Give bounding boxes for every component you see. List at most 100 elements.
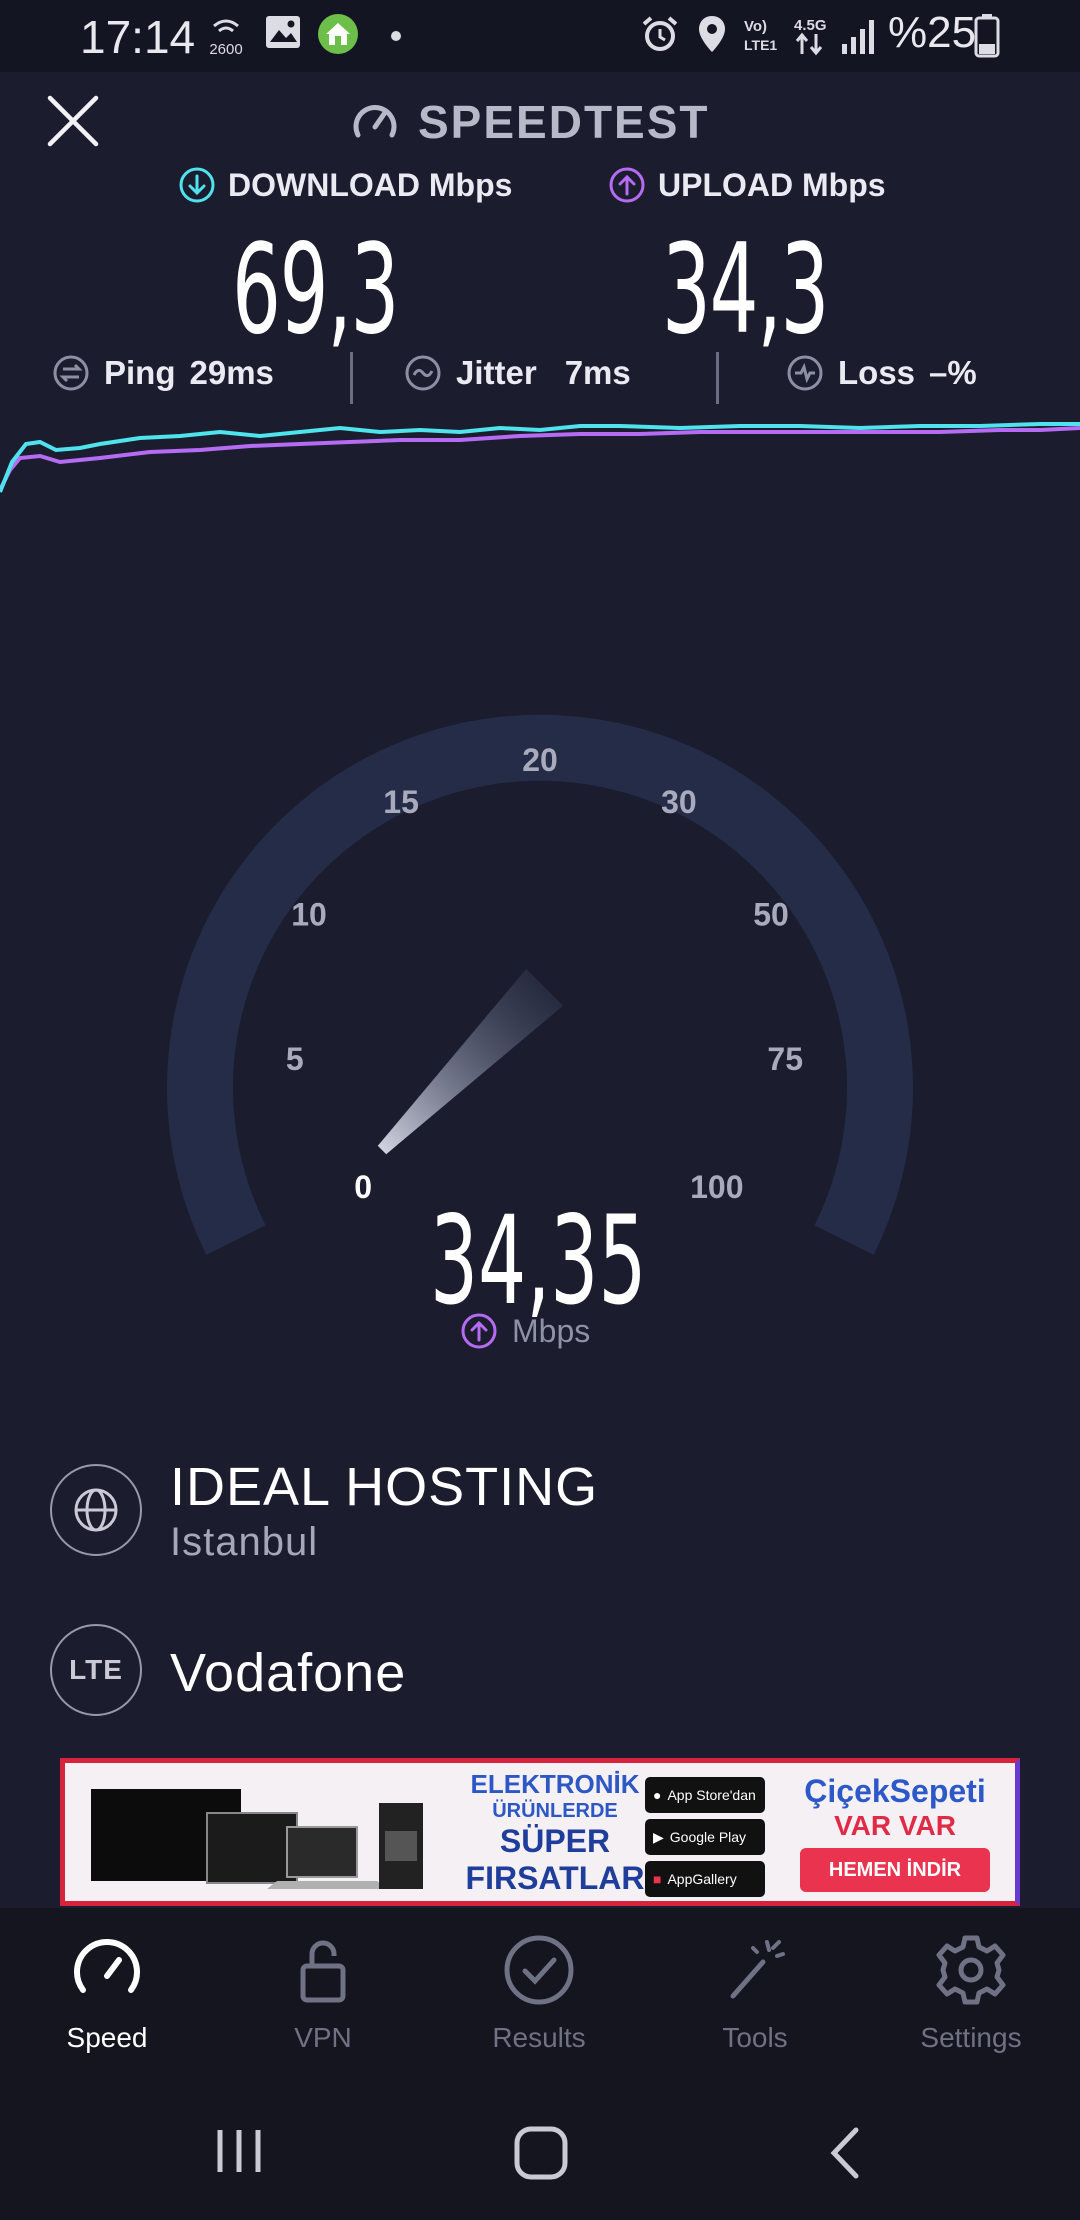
home-icon[interactable] (512, 2124, 570, 2182)
google-play-badge: ▶ Google Play (645, 1819, 765, 1855)
upload-value: 34,3 (662, 218, 829, 362)
battery-percent: %25 (888, 8, 977, 57)
image-icon (266, 16, 300, 48)
ad-line: SÜPER (499, 1823, 611, 1859)
server-name[interactable]: IDEAL HOSTING (170, 1456, 598, 1518)
ad-line: FIRSATLAR (465, 1860, 645, 1896)
battery-icon (974, 14, 1000, 58)
loss-label: Loss (838, 354, 916, 391)
nav-tools[interactable]: Tools (660, 1932, 850, 2054)
stats-divider (350, 352, 353, 404)
ad-store-badges: ● App Store'dan ▶ Google Play ■ AppGallery (645, 1777, 765, 1901)
gauge-tick-label: 0 (354, 1169, 372, 1205)
gauge-needle (377, 969, 563, 1155)
recent-apps-icon[interactable] (212, 2124, 266, 2178)
gauge-tick-label: 50 (753, 896, 789, 932)
gear-icon (936, 1935, 1006, 2005)
status-time: 17:14 (80, 11, 196, 63)
reading-unit-text: Mbps (512, 1312, 591, 1349)
apple-icon: ● (653, 1787, 662, 1803)
upload-arrow-icon (461, 1313, 497, 1349)
check-circle-icon (504, 1935, 574, 2005)
network-type-icon: 4.5G (794, 17, 827, 56)
ad-banner[interactable]: ELEKTRONİK ÜRÜNLERDE SÜPER FIRSATLAR ● Ap… (60, 1758, 1020, 1906)
gauge-tick-label: 5 (286, 1041, 304, 1077)
download-label-text: DOWNLOAD Mbps (228, 166, 513, 203)
speedometer-icon (74, 1939, 140, 1993)
app-gallery-badge: ■ AppGallery (645, 1861, 765, 1897)
jitter-label: Jitter (456, 354, 537, 391)
speed-graph (0, 422, 1080, 493)
gauge-tick-label: 75 (767, 1041, 803, 1077)
bottom-nav: Speed VPN Results Tools Settings (0, 1908, 1080, 2088)
back-icon[interactable] (824, 2124, 864, 2182)
svg-text:LTE1: LTE1 (744, 37, 777, 53)
lte-badge-icon: LTE (50, 1624, 142, 1716)
ping-label: Ping (104, 354, 176, 391)
svg-text:Vo): Vo) (744, 18, 767, 35)
svg-text:2600: 2600 (209, 41, 242, 58)
gauge-tick-label: 30 (661, 784, 697, 820)
loss-value: –% (929, 354, 977, 391)
store-label: AppGallery (667, 1871, 737, 1887)
nav-results[interactable]: Results (444, 1932, 634, 2054)
store-label: App Store'dan (667, 1787, 756, 1803)
location-icon (699, 16, 725, 52)
nav-label: Tools (722, 2022, 788, 2053)
nav-settings[interactable]: Settings (876, 1932, 1066, 2054)
stats-divider (716, 352, 719, 404)
alarm-icon (642, 16, 678, 51)
reading-unit: Mbps (460, 1312, 590, 1350)
nav-label: Results (492, 2022, 586, 2053)
notification-dot-icon (391, 31, 401, 41)
download-arrow-icon (179, 167, 215, 203)
gauge-tick-label: 10 (291, 896, 327, 932)
ping-stat: Ping 29ms (52, 354, 274, 392)
ad-cta-button[interactable]: HEMEN İNDİR (800, 1848, 990, 1892)
lock-icon (300, 1940, 346, 2003)
upload-arrow-icon (609, 167, 645, 203)
gallery-icon: ■ (653, 1871, 662, 1887)
download-label: DOWNLOAD Mbps (178, 166, 512, 204)
nav-label: VPN (294, 2022, 352, 2053)
loss-stat: Loss –% (786, 354, 977, 392)
ad-headline: ELEKTRONİK ÜRÜNLERDE SÜPER FIRSATLAR (445, 1769, 665, 1897)
nav-speed[interactable]: Speed (12, 1932, 202, 2054)
volte-icon: Vo) LTE1 (744, 18, 777, 53)
stats-row: Ping 29ms Jitter 7ms Loss –% (0, 346, 1080, 406)
nav-label: Settings (920, 2022, 1022, 2053)
speedometer-icon (353, 105, 397, 138)
magic-wand-icon (730, 1940, 785, 1999)
download-value: 69,3 (232, 218, 399, 362)
upload-label: UPLOAD Mbps (608, 166, 886, 204)
app-title: SPEEDTEST (350, 92, 710, 152)
ad-brand: ÇiçekSepeti VAR VAR HEMEN İNDİR (785, 1773, 1005, 1892)
status-bar: 17:14 2600 Vo) LTE1 4.5G %25 (0, 0, 1080, 72)
ad-line: ELEKTRONİK (470, 1769, 640, 1799)
provider-name: Vodafone (170, 1643, 407, 1703)
jitter-value: 7ms (564, 354, 631, 391)
nav-label: Speed (66, 2022, 148, 2053)
jitter-stat: Jitter 7ms (404, 354, 631, 392)
ping-value: 29ms (189, 354, 274, 391)
gauge-tick-label: 20 (522, 742, 558, 778)
upload-label-text: UPLOAD Mbps (658, 166, 886, 203)
system-nav-bar (0, 2088, 1080, 2220)
loss-icon (787, 355, 823, 391)
signal-icon (842, 20, 874, 54)
server-globe-icon[interactable] (50, 1464, 142, 1556)
current-speed-reading: 34,35 (430, 1190, 647, 1332)
close-icon[interactable] (44, 92, 102, 150)
nav-vpn[interactable]: VPN (228, 1932, 418, 2054)
gauge-tick-label: 15 (383, 784, 419, 820)
globe-icon (74, 1488, 118, 1532)
ad-line: ÜRÜNLERDE (492, 1800, 618, 1822)
ad-brand-sub: VAR VAR (834, 1810, 956, 1841)
jitter-icon (405, 355, 441, 391)
home-app-icon (318, 14, 358, 54)
page-title: SPEEDTEST (418, 96, 710, 148)
svg-text:4.5G: 4.5G (794, 17, 827, 34)
gauge-tick-label: 100 (690, 1169, 743, 1205)
network-badge-icon: 2600 (209, 19, 243, 58)
ad-brand-name: ÇiçekSepeti (804, 1773, 986, 1809)
